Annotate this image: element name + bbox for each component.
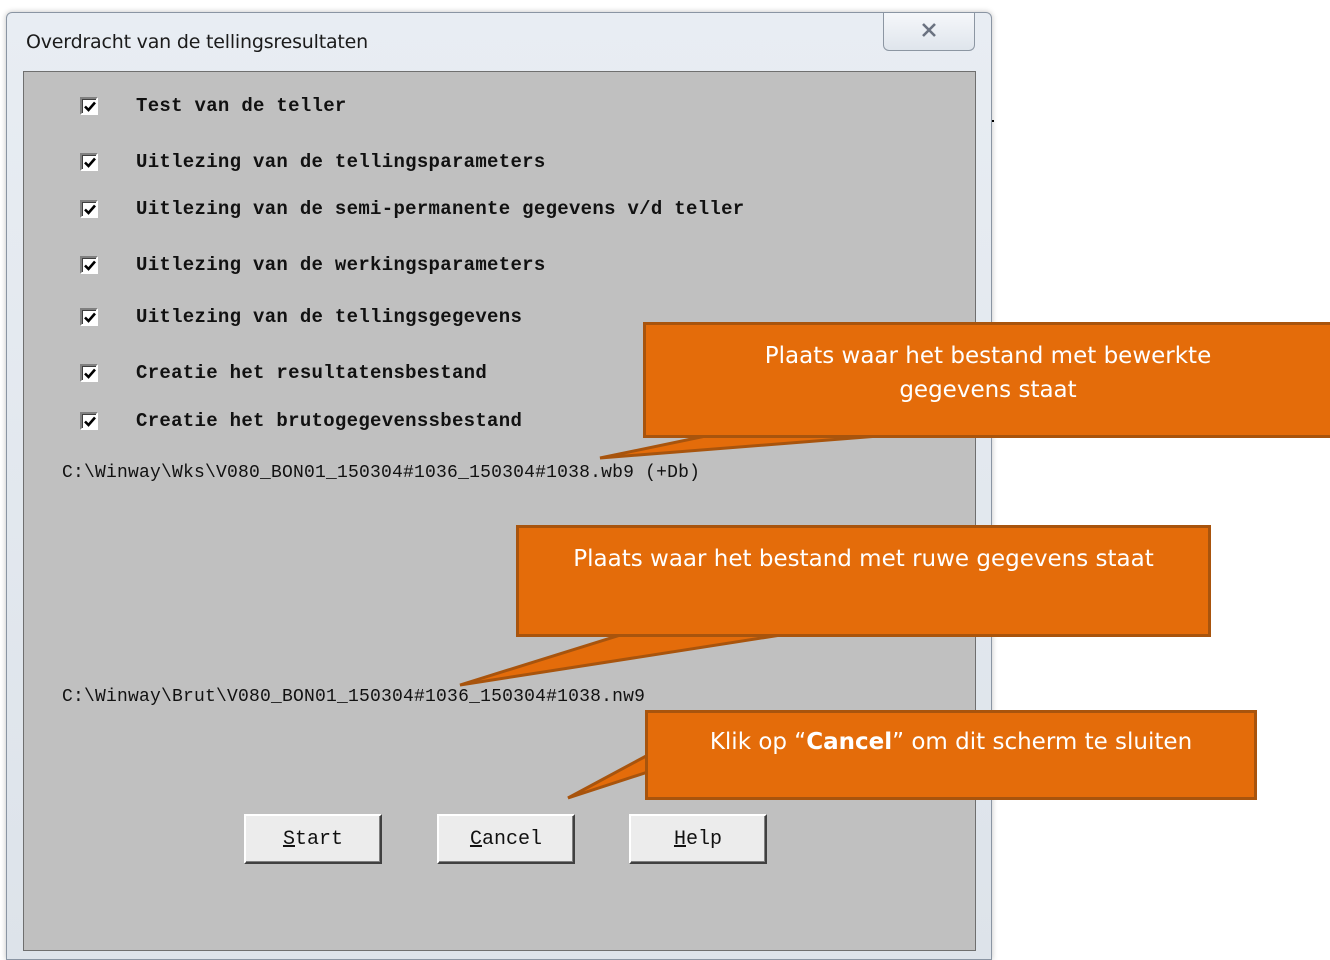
check-icon (84, 368, 96, 379)
callout-cancel: Klik op “Cancel” om dit scherm te sluite… (645, 710, 1257, 800)
check-icon (84, 312, 96, 323)
checkbox-row-results-file[interactable]: Creatie het resultatensbestand (80, 362, 487, 384)
checkbox-row-counting-data[interactable]: Uitlezing van de tellingsgegevens (80, 306, 522, 328)
check-icon (84, 204, 96, 215)
cancel-button-mnemonic: C (469, 827, 482, 851)
check-icon (84, 157, 96, 168)
callout-cancel-prefix: Klik op “ (709, 729, 807, 755)
check-icon (84, 260, 96, 271)
checkbox[interactable] (80, 97, 98, 115)
check-icon (84, 416, 96, 427)
transfer-dialog: Overdracht van de tellingsresultaten Tes… (6, 12, 992, 960)
checkbox-row-test[interactable]: Test van de teller (80, 95, 347, 117)
help-button-label: elp (686, 827, 723, 851)
close-button[interactable] (883, 13, 975, 51)
checkbox[interactable] (80, 308, 98, 326)
callout-cancel-bold: Cancel (806, 729, 893, 755)
checkbox[interactable] (80, 412, 98, 430)
start-button-label: tart (295, 827, 344, 851)
checkbox-row-counting-parameters[interactable]: Uitlezing van de tellingsparameters (80, 151, 546, 173)
start-button-mnemonic: S (282, 827, 295, 851)
callout-processed-text: Plaats waar het bestand met bewerkte geg… (764, 343, 1212, 403)
check-icon (84, 101, 96, 112)
checkbox[interactable] (80, 200, 98, 218)
callout-raw-text: Plaats waar het bestand met ruwe gegeven… (573, 546, 1154, 572)
checkbox-label: Test van de teller (136, 95, 347, 117)
help-button-mnemonic: H (673, 827, 686, 851)
checkbox[interactable] (80, 364, 98, 382)
checkbox-row-raw-data-file[interactable]: Creatie het brutogegevenssbestand (80, 410, 522, 432)
close-icon (920, 19, 938, 44)
cancel-button[interactable]: Cancel (437, 814, 575, 864)
checkbox-label: Uitlezing van de werkingsparameters (136, 254, 546, 276)
callout-raw-file: Plaats waar het bestand met ruwe gegeven… (516, 525, 1211, 637)
window-title: Overdracht van de tellingsresultaten (26, 31, 368, 53)
help-button[interactable]: Help (629, 814, 767, 864)
callout-cancel-suffix: ” om dit scherm te sluiten (892, 729, 1193, 755)
cancel-button-label: ancel (482, 827, 543, 851)
dialog-client-area: Test van de teller Uitlezing van de tell… (23, 71, 976, 951)
checkbox-row-semi-permanent[interactable]: Uitlezing van de semi-permanente gegeven… (80, 198, 745, 220)
checkbox-row-operating-parameters[interactable]: Uitlezing van de werkingsparameters (80, 254, 546, 276)
start-button[interactable]: Start (244, 814, 382, 864)
processed-file-path: C:\Winway\Wks\V080_BON01_150304#1036_150… (62, 463, 701, 483)
checkbox[interactable] (80, 153, 98, 171)
checkbox-label: Uitlezing van de semi-permanente gegeven… (136, 198, 745, 220)
callout-processed-file: Plaats waar het bestand met bewerkte geg… (643, 322, 1330, 438)
checkbox-label: Creatie het brutogegevenssbestand (136, 410, 523, 432)
checkbox-label: Uitlezing van de tellingsgegevens (136, 306, 523, 328)
background-window (988, 0, 1330, 960)
checkbox-label: Uitlezing van de tellingsparameters (136, 151, 546, 173)
checkbox[interactable] (80, 256, 98, 274)
raw-file-path: C:\Winway\Brut\V080_BON01_150304#1036_15… (62, 687, 646, 707)
checkbox-label: Creatie het resultatensbestand (136, 362, 488, 384)
